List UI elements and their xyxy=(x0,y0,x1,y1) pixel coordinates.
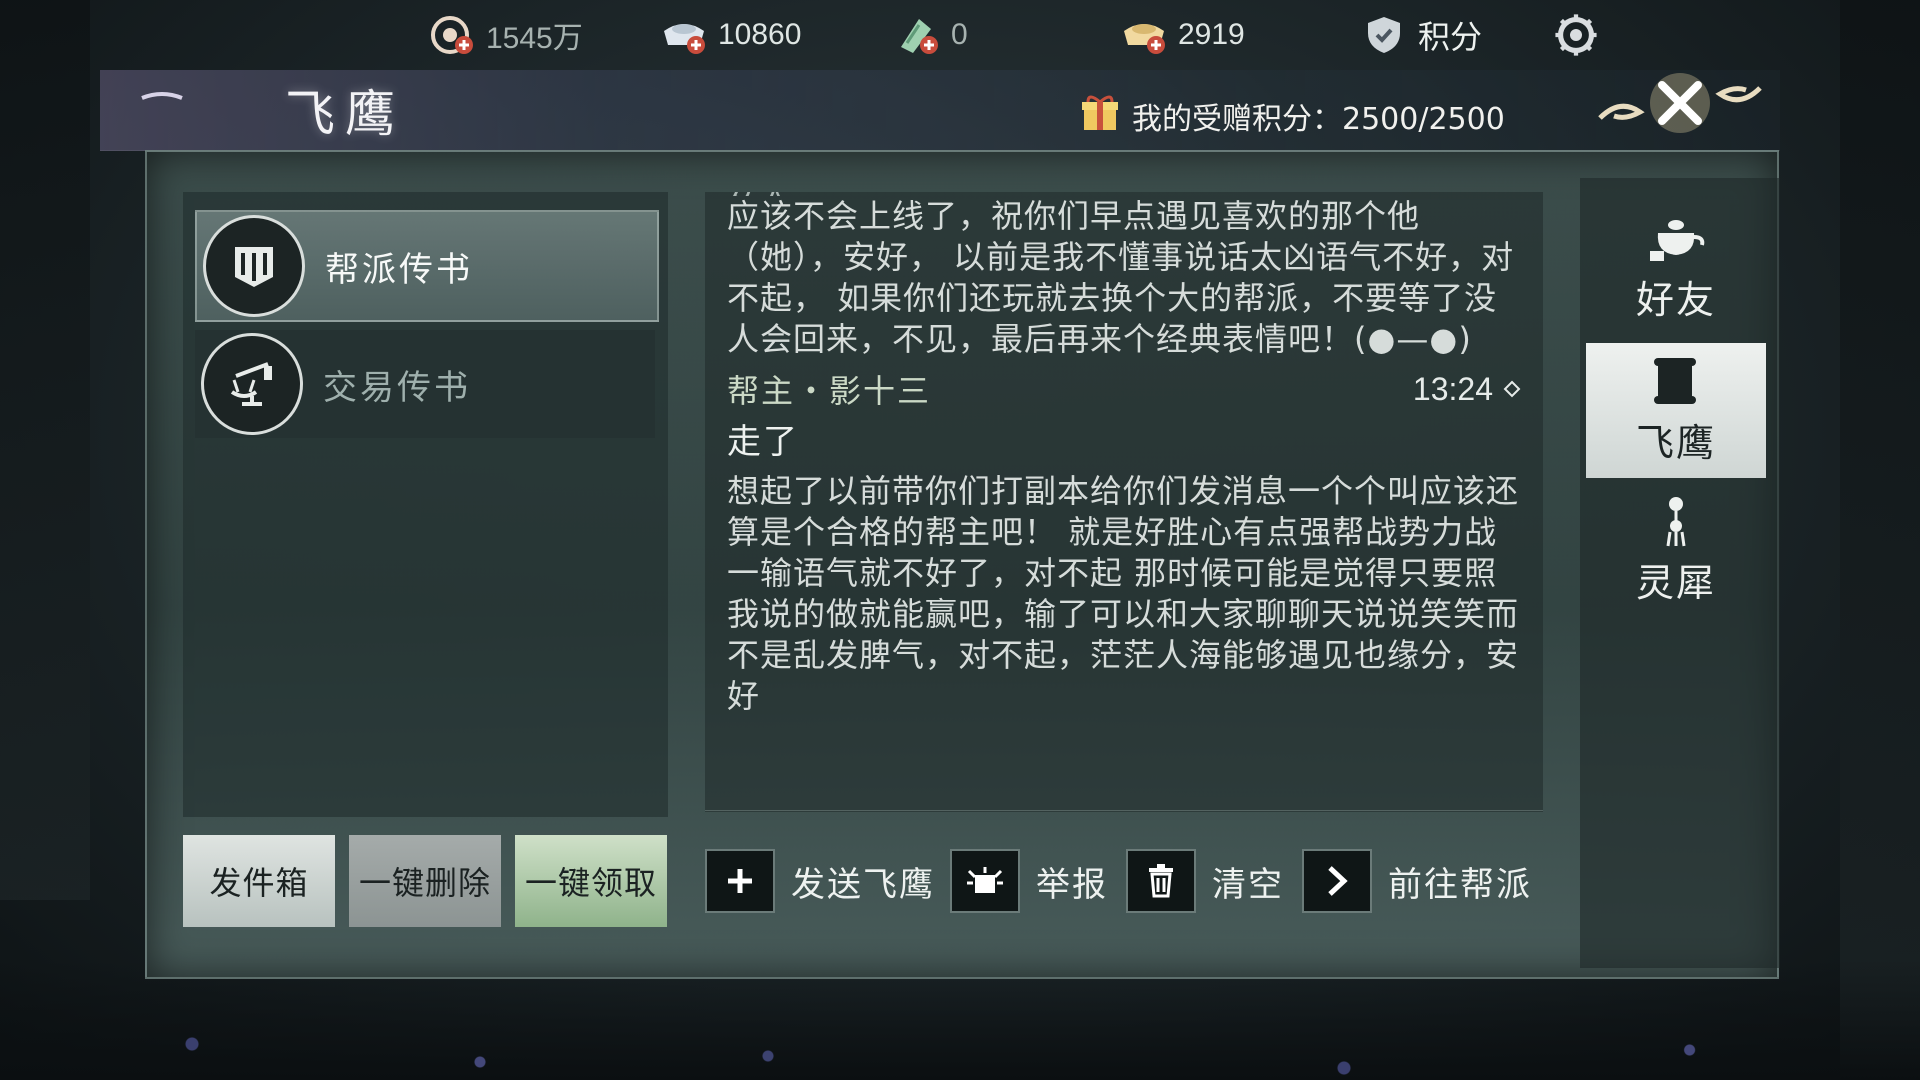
gift-icon xyxy=(1080,92,1120,140)
tab-flying-eagle-label: 飞鹰 xyxy=(1635,421,1716,465)
jade-value: 0 xyxy=(951,18,968,51)
tassel-icon xyxy=(1646,494,1706,548)
settings-button[interactable] xyxy=(1552,12,1600,58)
message-header: 帮主・影十三 13:24 xyxy=(727,366,1521,412)
message-time-text: 13:24 xyxy=(1412,370,1493,407)
currency-silver[interactable]: 10860 xyxy=(660,12,801,58)
send-eagle-button[interactable]: 发送飞鹰 xyxy=(705,849,935,913)
plus-icon xyxy=(705,849,775,913)
category-trade-mail[interactable]: 交易传书 xyxy=(195,330,655,438)
gift-points: 我的受赠积分：2500/2500 xyxy=(1080,92,1505,140)
outbox-button[interactable]: 发件箱 xyxy=(183,835,335,927)
chevron-right-icon xyxy=(1302,849,1372,913)
message-sender: 帮主・影十三 xyxy=(727,372,932,410)
previous-message-body: 应该不会上线了，祝你们早点遇见喜欢的那个他（她），安好， 以前是我不懂事说话太凶… xyxy=(727,197,1515,358)
report-button[interactable]: 举报 xyxy=(950,849,1108,913)
teapot-icon xyxy=(1646,211,1706,265)
points-shield-icon xyxy=(1360,13,1408,57)
mail-category-list: 帮派传书 交易传书 xyxy=(183,192,668,817)
currency-coins[interactable]: 1545万 xyxy=(428,12,583,58)
category-guild-mail-label: 帮派传书 xyxy=(325,249,473,290)
gold-ingot-plus-icon xyxy=(1120,13,1168,57)
silver-value: 10860 xyxy=(718,18,802,51)
jade-plus-icon xyxy=(893,13,941,57)
window-title: 飞鹰 xyxy=(285,85,405,143)
close-icon xyxy=(1598,73,1762,133)
scale-icon xyxy=(201,333,303,435)
gold-value: 2919 xyxy=(1178,18,1245,51)
message-body: 想起了以前带你们打副本给你们发消息一个个叫应该还算是个合格的帮主吧！ 就是好胜心… xyxy=(727,472,1520,715)
points-label: 积分 xyxy=(1418,19,1483,55)
close-button[interactable] xyxy=(1590,58,1770,148)
message-divider xyxy=(705,810,1543,811)
message-time: 13:24 xyxy=(1413,371,1521,408)
send-eagle-label: 发送飞鹰 xyxy=(791,864,935,905)
background-tree-left xyxy=(0,0,90,900)
goto-guild-button[interactable]: 前往帮派 xyxy=(1302,849,1532,913)
tab-friends[interactable]: 好友 xyxy=(1586,200,1766,335)
clear-label: 清空 xyxy=(1212,864,1284,905)
category-trade-mail-label: 交易传书 xyxy=(323,367,471,408)
message-view[interactable]: 女人 应该不会上线了，祝你们早点遇见喜欢的那个他（她），安好， 以前是我不懂事说… xyxy=(705,192,1543,812)
goto-guild-label: 前往帮派 xyxy=(1388,864,1532,905)
guild-banner-icon xyxy=(203,215,305,317)
category-guild-mail[interactable]: 帮派传书 xyxy=(195,210,659,322)
trash-icon xyxy=(1126,849,1196,913)
claim-all-button[interactable]: 一键领取 xyxy=(515,835,667,927)
coins-value: 1545万 xyxy=(486,22,583,55)
settings-gear-icon xyxy=(1552,13,1600,57)
currency-jade[interactable]: 0 xyxy=(893,12,968,58)
report-label: 举报 xyxy=(1036,864,1108,905)
tab-friends-label: 好友 xyxy=(1635,278,1716,322)
message-subject: 走了 xyxy=(727,422,799,462)
scroll-icon xyxy=(1646,354,1706,408)
background-tree-right xyxy=(1840,0,1920,1080)
delete-all-button[interactable]: 一键删除 xyxy=(349,835,501,927)
silver-ingot-plus-icon xyxy=(660,13,708,57)
report-icon xyxy=(950,849,1020,913)
tab-lingxi[interactable]: 灵犀 xyxy=(1586,483,1766,618)
tab-flying-eagle[interactable]: 飞鹰 xyxy=(1586,343,1766,478)
diamond-icon xyxy=(1503,380,1521,398)
tab-lingxi-label: 灵犀 xyxy=(1635,561,1716,605)
coin-plus-icon xyxy=(428,13,476,57)
gift-points-label: 我的受赠积分：2500/2500 xyxy=(1132,102,1505,137)
points-button[interactable]: 积分 xyxy=(1360,12,1482,58)
currency-gold[interactable]: 2919 xyxy=(1120,12,1245,58)
clear-button[interactable]: 清空 xyxy=(1126,849,1284,913)
crescent-moon-logo xyxy=(112,28,242,148)
